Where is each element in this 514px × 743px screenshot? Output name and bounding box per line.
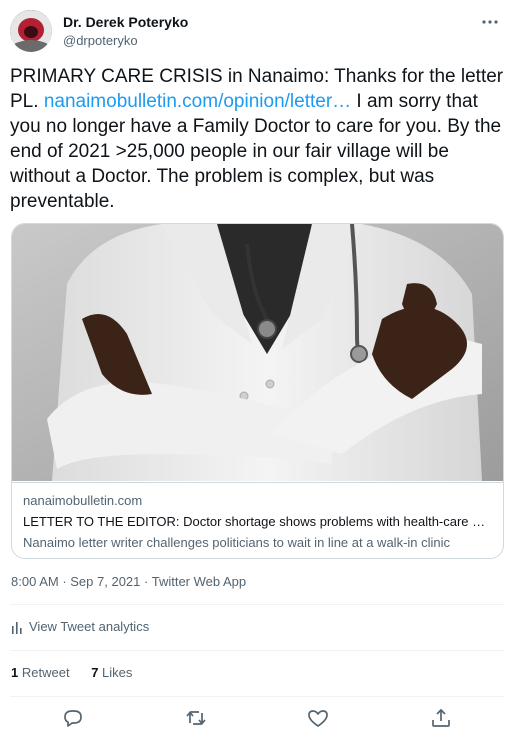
card-title: LETTER TO THE EDITOR: Doctor shortage sh… (23, 514, 491, 529)
card-meta[interactable]: nanaimobulletin.com LETTER TO THE EDITOR… (12, 482, 503, 558)
analytics-link[interactable]: View Tweet analytics (11, 619, 149, 634)
analytics-icon (12, 621, 22, 634)
card-description: Nanaimo letter writer challenges politic… (23, 535, 451, 550)
tweet-time[interactable]: 8:00 AM (11, 574, 59, 589)
link-card[interactable]: nanaimobulletin.com LETTER TO THE EDITOR… (11, 223, 504, 559)
card-domain: nanaimobulletin.com (23, 493, 143, 508)
analytics-label: View Tweet analytics (29, 619, 150, 634)
retweet-count: 1 (11, 665, 19, 680)
meta-separator-1: · (58, 574, 71, 589)
more-icon[interactable] (478, 12, 502, 32)
tweet-source[interactable]: Twitter Web App (152, 574, 246, 589)
divider (10, 650, 504, 651)
author-handle[interactable]: @drpoteryko (63, 33, 138, 48)
divider (10, 696, 504, 697)
tweet-link[interactable]: nanaimobulletin.com/opinion/letter… (44, 91, 351, 112)
tweet-timestamp: 8:00 AM · Sep 7, 2021 · Twitter Web App (11, 574, 246, 589)
likes-stat[interactable]: 7 Likes (91, 665, 132, 680)
retweet-stat[interactable]: 1 Retweet (11, 665, 70, 680)
likes-label: Likes (102, 665, 133, 680)
share-icon[interactable] (429, 706, 453, 730)
retweet-icon[interactable] (184, 706, 208, 730)
retweet-label: Retweet (21, 665, 70, 680)
like-icon[interactable] (306, 706, 330, 730)
avatar[interactable] (10, 10, 52, 52)
card-image[interactable] (12, 224, 503, 481)
reply-icon[interactable] (61, 706, 85, 730)
tweet-header: Dr. Derek Poteryko @drpoteryko (10, 10, 504, 54)
tweet-text: PRIMARY CARE CRISIS in Nanaimo: Thanks f… (10, 64, 504, 214)
tweet-stats: 1 Retweet 7 Likes (11, 665, 150, 680)
likes-count: 7 (91, 665, 99, 680)
tweet-actions (0, 700, 514, 736)
divider (10, 604, 504, 605)
author-name[interactable]: Dr. Derek Poteryko (63, 14, 188, 30)
meta-separator-2: · (140, 574, 152, 589)
tweet-date[interactable]: Sep 7, 2021 (70, 574, 140, 589)
